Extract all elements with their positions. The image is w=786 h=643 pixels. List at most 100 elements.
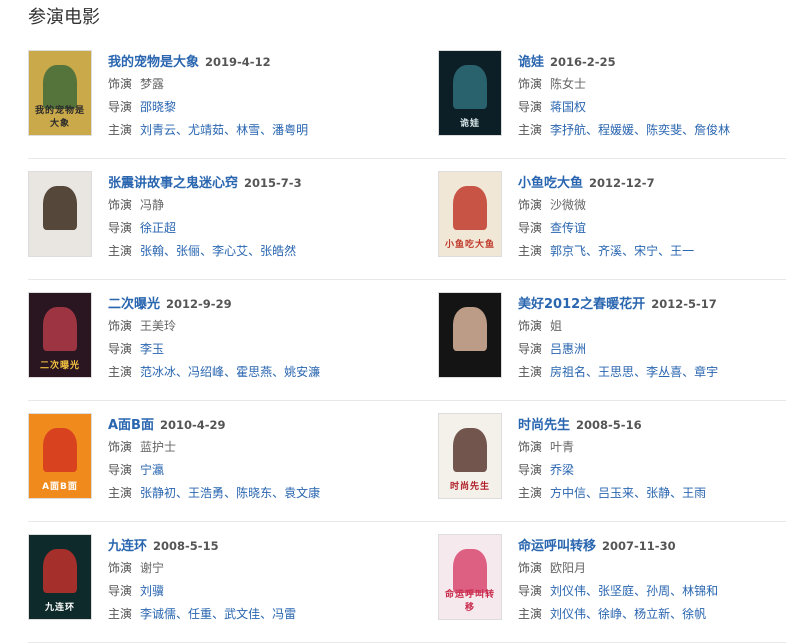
director-link[interactable]: 刘骥 (140, 584, 164, 598)
cast-member-link[interactable]: 王一 (670, 244, 694, 258)
director-link[interactable]: 刘仪伟 (550, 584, 586, 598)
director-row-label: 导演 (518, 463, 543, 477)
cast-member-link[interactable]: 刘仪伟 (550, 607, 586, 621)
film-title-link[interactable]: 时尚先生 (518, 418, 570, 433)
cast-member-link[interactable]: 张翰 (140, 244, 164, 258)
cast-member-link[interactable]: 宋宁 (634, 244, 658, 258)
cast-member-link[interactable]: 张皓然 (260, 244, 296, 258)
director-link[interactable]: 查传谊 (550, 221, 586, 235)
film-poster[interactable]: 九连环 (28, 534, 92, 620)
film-title-link[interactable]: 诡娃 (518, 55, 544, 70)
cast-member-link[interactable]: 冯雷 (272, 607, 296, 621)
cast-member-link[interactable]: 冯绍峰 (188, 365, 224, 379)
director-link[interactable]: 蒋国权 (550, 100, 586, 114)
film-poster[interactable]: A面B面 (28, 413, 92, 499)
film-title-link[interactable]: 张震讲故事之鬼迷心窍 (108, 176, 238, 191)
cast-member-link[interactable]: 章宇 (694, 365, 718, 379)
cast-member-link[interactable]: 刘青云 (140, 123, 176, 137)
film-poster[interactable]: 命运呼叫转移 (438, 534, 502, 620)
name-separator: 、 (670, 607, 683, 621)
role-row-label: 饰演 (108, 77, 133, 91)
director-row-label: 导演 (108, 221, 133, 235)
cast-member-link[interactable]: 李诚儒 (140, 607, 176, 621)
film-poster[interactable] (28, 171, 92, 257)
cast-member-link[interactable]: 张俪 (176, 244, 200, 258)
cast-member-link[interactable]: 齐溪 (598, 244, 622, 258)
name-separator: 、 (272, 365, 285, 379)
director-row-label: 导演 (108, 342, 133, 356)
cast-member-link[interactable]: 林雪 (236, 123, 260, 137)
cast-member-link[interactable]: 詹俊林 (694, 123, 730, 137)
film-title-link[interactable]: 小鱼吃大鱼 (518, 176, 583, 191)
name-separator: 、 (586, 365, 599, 379)
cast-member-link[interactable]: 陈奕斐 (646, 123, 682, 137)
director-link[interactable]: 李玉 (140, 342, 164, 356)
name-separator: 、 (658, 244, 671, 258)
cast-member-link[interactable]: 郭京飞 (550, 244, 586, 258)
cast-member-link[interactable]: 姚安濂 (284, 365, 320, 379)
cast-member-link[interactable]: 房祖名 (550, 365, 586, 379)
role-row-label: 饰演 (108, 319, 133, 333)
director-link[interactable]: 邵晓黎 (140, 100, 176, 114)
film-poster[interactable] (438, 292, 502, 378)
cast-member-link[interactable]: 王思思 (598, 365, 634, 379)
cast-row: 主演 房祖名、王思思、李丛喜、章宇 (518, 360, 786, 383)
film-release-date: 2008-5-15 (153, 539, 219, 553)
cast-member-link[interactable]: 袁文康 (284, 486, 320, 500)
name-separator: 、 (176, 123, 189, 137)
cast-member-link[interactable]: 吕玉来 (598, 486, 634, 500)
director-link[interactable]: 孙周 (646, 584, 670, 598)
cast-member-link[interactable]: 霍思燕 (236, 365, 272, 379)
cast-member-link[interactable]: 李抒航 (550, 123, 586, 137)
name-separator: 、 (634, 584, 647, 598)
cast-member-link[interactable]: 杨立新 (634, 607, 670, 621)
cast-member-link[interactable]: 徐帆 (682, 607, 706, 621)
poster-title: 命运呼叫转移 (444, 590, 495, 613)
director-link[interactable]: 乔梁 (550, 463, 574, 477)
film-poster[interactable]: 诡娃 (438, 50, 502, 136)
cast-member-link[interactable]: 尤靖茹 (188, 123, 224, 137)
cast-row: 主演 张翰、张俪、李心艾、张皓然 (108, 239, 438, 262)
director-link[interactable]: 徐正超 (140, 221, 176, 235)
cast-member-link[interactable]: 潘粤明 (272, 123, 308, 137)
name-separator: 、 (670, 486, 683, 500)
film-poster[interactable]: 小鱼吃大鱼 (438, 171, 502, 257)
film-title-link[interactable]: 命运呼叫转移 (518, 539, 596, 554)
cast-member-link[interactable]: 王雨 (682, 486, 706, 500)
cast-row-label: 主演 (518, 365, 543, 379)
film-title-line: 张震讲故事之鬼迷心窍 2015-7-3 (108, 171, 438, 193)
cast-member-link[interactable]: 程媛媛 (598, 123, 634, 137)
cast-member-link[interactable]: 李丛喜 (646, 365, 682, 379)
cast-member-link[interactable]: 方中信 (550, 486, 586, 500)
cast-member-link[interactable]: 武文佳 (224, 607, 260, 621)
cast-member-link[interactable]: 张静初 (140, 486, 176, 500)
director-row: 导演 乔梁 (518, 458, 786, 481)
director-link[interactable]: 吕惠洲 (550, 342, 586, 356)
film-title-link[interactable]: 美好2012之春暖花开 (518, 297, 645, 312)
cast-row-label: 主演 (518, 244, 543, 258)
film-title-link[interactable]: 九连环 (108, 539, 147, 554)
cast-member-link[interactable]: 王浩勇 (188, 486, 224, 500)
film-poster[interactable]: 二次曝光 (28, 292, 92, 378)
director-link[interactable]: 林锦和 (682, 584, 718, 598)
cast-member-link[interactable]: 范冰冰 (140, 365, 176, 379)
film-title-link[interactable]: 二次曝光 (108, 297, 160, 312)
cast-member-link[interactable]: 任重 (188, 607, 212, 621)
film-title-link[interactable]: 我的宠物是大象 (108, 55, 199, 70)
director-link[interactable]: 张坚庭 (598, 584, 634, 598)
film-title-link[interactable]: A面B面 (108, 418, 154, 433)
director-row-label: 导演 (518, 221, 543, 235)
cast-member-link[interactable]: 徐峥 (598, 607, 622, 621)
film-card: 九连环 九连环 2008-5-15 饰演 谢宁 导演 刘骥 主演 李诚儒、任重、武文佳、冯雷 (28, 522, 438, 643)
film-card: 命运呼叫转移 命运呼叫转移 2007-11-30 饰演 欧阳月 导演 刘仪伟、张坚庭、孙周、… (438, 522, 786, 643)
cast-row-label: 主演 (108, 123, 133, 137)
film-poster[interactable]: 时尚先生 (438, 413, 502, 499)
cast-member-link[interactable]: 陈晓东 (236, 486, 272, 500)
cast-member-link[interactable]: 张静 (646, 486, 670, 500)
poster-title: A面B面 (42, 482, 78, 492)
film-release-date: 2019-4-12 (205, 55, 271, 69)
director-link[interactable]: 宁瀛 (140, 463, 164, 477)
cast-member-link[interactable]: 李心艾 (212, 244, 248, 258)
film-card: 时尚先生 时尚先生 2008-5-16 饰演 叶青 导演 乔梁 主演 方中信、吕玉来、张静、王雨 (438, 401, 786, 522)
film-poster[interactable]: 我的宠物是大象 (28, 50, 92, 136)
